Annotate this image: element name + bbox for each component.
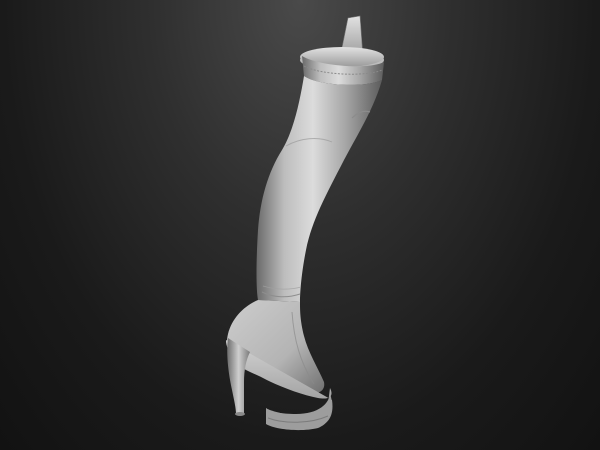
3d-viewport[interactable]: [0, 0, 600, 450]
boot-shaft: [256, 76, 382, 302]
boot-sculpt-render: [226, 15, 384, 431]
